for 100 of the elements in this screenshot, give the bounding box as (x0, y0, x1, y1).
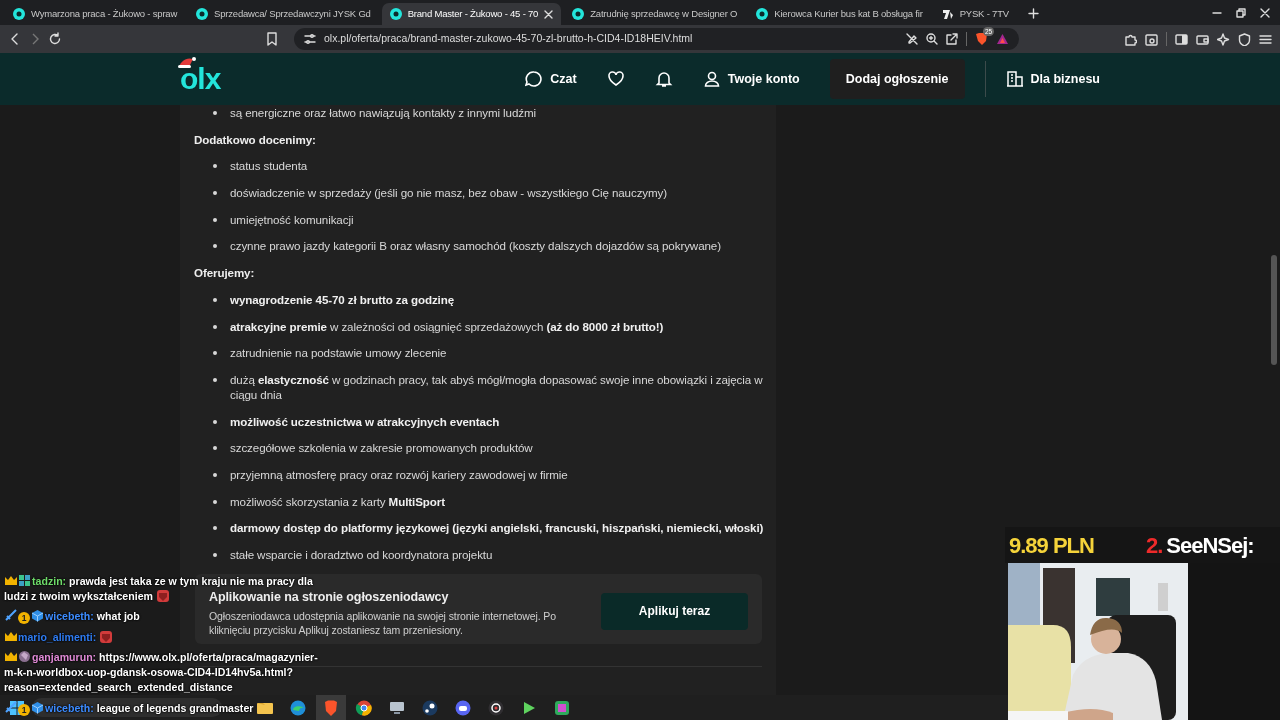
app-icon (553, 698, 571, 717)
section-heading: Oferujemy: (194, 265, 256, 281)
chat-username: tadzin: (32, 575, 67, 587)
chat-username: wicebeth: (45, 701, 94, 714)
chat-text: ludzi z twoim wykształceniem (4, 590, 153, 602)
list-text: doświadczenie w sprzedaży (jeśli go nie masz, bez obaw - wszystkiego Cię nauczymy) (230, 185, 668, 201)
nav-link[interactable]: Czat (525, 69, 577, 89)
business-link[interactable]: Dla biznesu (1005, 69, 1100, 89)
list-text: umiejętność komunikacji (230, 211, 354, 227)
bullet-icon (213, 526, 217, 531)
puzzle-icon[interactable] (1124, 32, 1137, 46)
chat-username: mario_alimenti: (18, 630, 97, 643)
chat-text: what job (96, 610, 140, 623)
favicon (941, 8, 954, 20)
chat-username: wicebeth: (45, 610, 94, 623)
bullet-icon (213, 499, 217, 504)
reader-icon[interactable] (1145, 32, 1158, 46)
sparkle-icon[interactable] (1217, 32, 1230, 46)
reload-icon[interactable] (48, 32, 62, 46)
list-text: możliwość skorzystania z karty MultiSport (230, 493, 445, 509)
triangle-icon[interactable] (996, 33, 1009, 45)
wallet-icon[interactable] (1196, 32, 1209, 46)
chat-username: ganjamurun: (32, 651, 97, 664)
crown-badge-icon (4, 650, 17, 664)
heart-icon[interactable] (606, 70, 625, 88)
building-icon (1005, 70, 1024, 88)
bullet-icon (213, 553, 217, 557)
share-icon[interactable] (946, 33, 958, 45)
favicon (389, 8, 402, 20)
zoom-icon[interactable] (926, 33, 938, 45)
app-icon (454, 698, 472, 717)
bullet-icon (213, 419, 217, 424)
section-heading: Dodatkowo docenimy: (194, 131, 317, 147)
crown-badge-icon (4, 574, 17, 587)
close-icon[interactable] (1260, 7, 1270, 18)
list-text: dużą elastyczność w godzinach pracy, tak abyś mógł/mogła dopasować swoje inne obowiązki i zajęcia w ciągu dnia (230, 371, 764, 402)
favicon (572, 8, 585, 20)
list-text: wynagrodzenie 45-70 zł brutto za godzinę (230, 291, 455, 307)
browser-tab[interactable]: Sprzedawca/ Sprzedawczyni JYSK Gd (188, 3, 379, 25)
close-icon[interactable] (544, 9, 554, 19)
logo[interactable]: olx (180, 64, 221, 94)
list-text: czynne prawo jazdy kategorii B oraz własny samochód (koszty dalszych dojazdów są pokrywane) (230, 238, 721, 254)
browser-tab[interactable]: Kierowca Kurier bus kat B obsługa fir (748, 3, 931, 25)
list-text: przyjemną atmosferę pracy oraz rozwój kariery zawodowej w firmie (230, 466, 568, 482)
chat-icon (525, 70, 544, 88)
scrollbar-thumb[interactable] (1271, 255, 1277, 365)
cube-badge-icon (31, 700, 44, 714)
browser-tab[interactable]: Brand Master - Żukowo - 45 - 70 (381, 3, 562, 25)
chat-text: league of legends grandmaster (96, 701, 254, 714)
chat-text: m-k-n-worldbox-uop-gdansk-osowa-CID4-ID14hv5a.html? (4, 666, 293, 679)
donation-amount: 9.89 PLN (1009, 531, 1094, 560)
chat-text: https://www.olx.pl/oferta/praca/magazynier- (99, 651, 318, 664)
user-icon (702, 70, 721, 88)
shield-icon[interactable] (1238, 32, 1251, 46)
apply-button[interactable]: Aplikuj teraz (601, 592, 748, 630)
bookmark-icon[interactable] (266, 32, 278, 46)
restore-icon[interactable] (1236, 7, 1246, 18)
app-icon (289, 698, 307, 717)
bullet-icon (213, 191, 217, 196)
lion-shield-icon[interactable] (975, 32, 988, 46)
sidebar-icon[interactable] (1175, 32, 1188, 46)
crossed-pen-icon[interactable] (906, 33, 918, 45)
list-text: zatrudnienie na podstawie umowy zlecenie (230, 345, 447, 361)
favicon (13, 8, 25, 20)
santa-hat-icon (178, 56, 196, 68)
site-settings-icon[interactable] (304, 33, 316, 45)
app-icon (355, 698, 373, 717)
grid-badge-icon (18, 574, 31, 587)
nav-link[interactable]: Twoje konto (702, 69, 800, 89)
chat-text: reason=extended_search_extended_distance (4, 681, 233, 694)
dragon-badge-icon (18, 650, 31, 664)
rank-number: 2. (1145, 531, 1163, 560)
new-tab-icon[interactable] (1027, 8, 1039, 19)
browser-tab[interactable]: PYSK - 7TV (933, 3, 1017, 25)
bullet-icon (213, 377, 217, 382)
sword-badge-icon (4, 700, 17, 714)
bullet-icon (213, 446, 217, 451)
list-text: możliwość uczestnictwa w atrakcyjnych eventach (230, 413, 500, 429)
app-icon (322, 698, 340, 717)
apply-title: Aplikowanie na stronie ogłoszeniodawcy (209, 589, 450, 604)
chat-text: prawda jest taka ze w tym kraju nie ma pracy dla (69, 575, 313, 587)
bullet-icon (213, 217, 217, 222)
post-ad-button[interactable]: Dodaj ogłoszenie (829, 59, 965, 99)
list-text: status studenta (230, 158, 308, 174)
apply-description: Ogłoszeniodawca udostępnia aplikowanie na swojej stronie internetowej. Po kliknięciu przycisku Aplikuj zostaniesz tam przeniesiony. (209, 608, 557, 637)
bullet-icon (213, 297, 217, 302)
bullet-icon (213, 244, 217, 249)
list-text: stałe wsparcie i doradztwo od koordynatora projektu (230, 547, 493, 562)
list-text: atrakcyjne premie w zależności od osiągnięć sprzedażowych (aż do 8000 zł brutto!) (230, 318, 664, 334)
bell-icon[interactable] (654, 70, 673, 88)
favicon (196, 8, 209, 20)
browser-tab[interactable]: Wymarzona praca - Żukowo - spraw (5, 3, 186, 25)
browser-tab[interactable]: Zatrudnię sprzedawcę w Designer O (564, 3, 746, 25)
list-text: darmowy dostęp do platformy językowej (języki angielski, francuski, hiszpański, niemiecki, włoski) (230, 520, 764, 536)
menu-icon[interactable] (1259, 32, 1272, 46)
bullet-icon (213, 324, 217, 329)
donor-name: SeeNSej: (1166, 531, 1254, 560)
bullet-icon (213, 351, 217, 356)
bullet-icon (213, 472, 217, 477)
favicon (756, 8, 769, 20)
